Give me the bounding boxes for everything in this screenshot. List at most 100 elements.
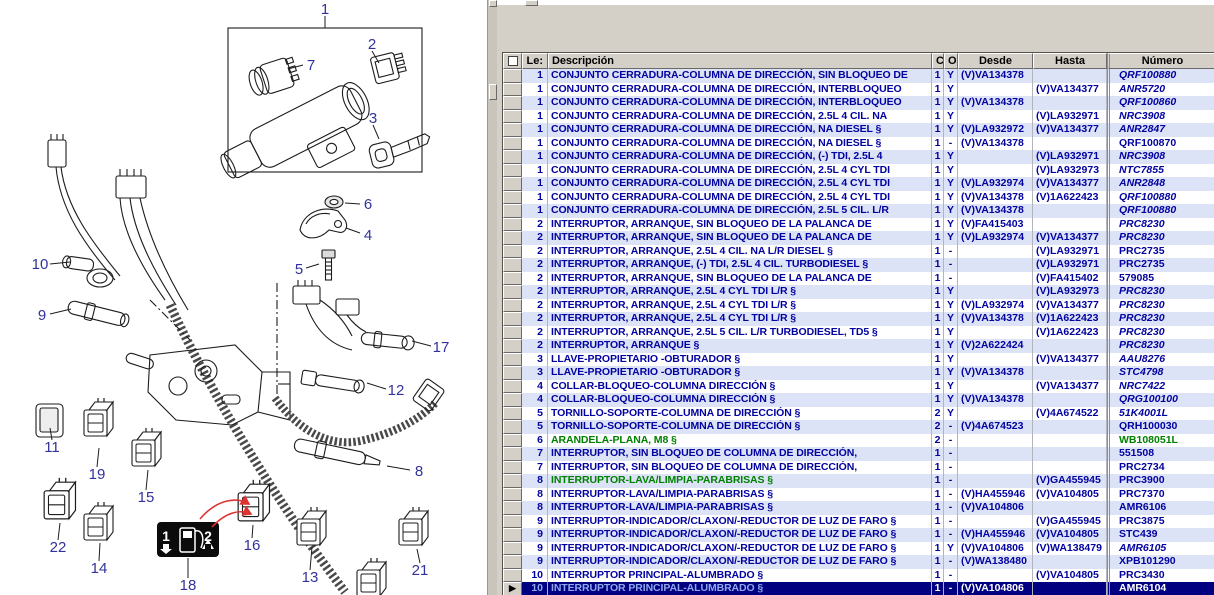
cell-cantidad[interactable]: 1 — [932, 258, 944, 272]
cell-desde[interactable]: (V)4A674523 — [958, 420, 1033, 434]
cell-hasta[interactable] — [1033, 501, 1107, 515]
cell-numero[interactable]: STC4798 — [1107, 366, 1214, 380]
cell-numero[interactable]: STC439 — [1107, 528, 1214, 542]
cell-hasta[interactable]: (V)LA932971 — [1033, 150, 1107, 164]
cell-os[interactable]: Y — [944, 231, 958, 245]
cell-descripcion[interactable]: CONJUNTO CERRADURA-COLUMNA DE DIRECCIÓN,… — [548, 191, 932, 205]
cell-cantidad[interactable]: 1 — [932, 501, 944, 515]
cell-le[interactable]: 6 — [522, 434, 548, 448]
cell-cantidad[interactable]: 1 — [932, 488, 944, 502]
cell-os[interactable]: Y — [944, 393, 958, 407]
table-row[interactable]: 1CONJUNTO CERRADURA-COLUMNA DE DIRECCIÓN… — [503, 110, 1214, 124]
diagram-callout-number[interactable]: 14 — [91, 560, 108, 577]
cell-hasta[interactable]: (V)VA104805 — [1033, 569, 1107, 583]
column-header-cantidad[interactable]: C — [932, 53, 944, 69]
cell-le[interactable]: 2 — [522, 299, 548, 313]
row-header[interactable] — [503, 137, 522, 151]
table-row[interactable]: 2INTERRUPTOR, ARRANQUE, SIN BLOQUEO DE L… — [503, 231, 1214, 245]
row-header[interactable] — [503, 218, 522, 232]
cell-cantidad[interactable]: 1 — [932, 299, 944, 313]
cell-cantidad[interactable]: 1 — [932, 447, 944, 461]
cell-hasta[interactable]: (V)LA932971 — [1033, 258, 1107, 272]
row-header[interactable] — [503, 420, 522, 434]
cell-descripcion[interactable]: CONJUNTO CERRADURA-COLUMNA DE DIRECCIÓN,… — [548, 123, 932, 137]
cell-le[interactable]: 2 — [522, 285, 548, 299]
cell-le[interactable]: 1 — [522, 204, 548, 218]
table-row[interactable]: 1CONJUNTO CERRADURA-COLUMNA DE DIRECCIÓN… — [503, 123, 1214, 137]
cell-descripcion[interactable]: INTERRUPTOR-INDICADOR/CLAXON/-REDUCTOR D… — [548, 528, 932, 542]
cell-le[interactable]: 2 — [522, 258, 548, 272]
table-row[interactable]: 2INTERRUPTOR, ARRANQUE, 2.5L 4 CYL TDI L… — [503, 312, 1214, 326]
cell-le[interactable]: 3 — [522, 353, 548, 367]
row-header[interactable] — [503, 447, 522, 461]
cell-descripcion[interactable]: CONJUNTO CERRADURA-COLUMNA DE DIRECCIÓN,… — [548, 96, 932, 110]
cell-cantidad[interactable]: 2 — [932, 407, 944, 421]
cell-desde[interactable]: (V)VA134378 — [958, 366, 1033, 380]
cell-descripcion[interactable]: LLAVE-PROPIETARIO -OBTURADOR § — [548, 353, 932, 367]
cell-hasta[interactable]: (V)1A622423 — [1033, 312, 1107, 326]
cell-cantidad[interactable]: 1 — [932, 245, 944, 259]
table-row[interactable]: 4COLLAR-BLOQUEO-COLUMNA DIRECCIÓN §1Y(V)… — [503, 393, 1214, 407]
cell-cantidad[interactable]: 1 — [932, 177, 944, 191]
table-row[interactable]: 6ARANDELA-PLANA, M8 §2-WB108051L — [503, 434, 1214, 448]
cell-os[interactable]: - — [944, 528, 958, 542]
row-header[interactable] — [503, 542, 522, 556]
cell-cantidad[interactable]: 1 — [932, 218, 944, 232]
cell-numero[interactable]: AAU8276 — [1107, 353, 1214, 367]
cell-os[interactable]: Y — [944, 69, 958, 83]
cell-numero[interactable]: PRC3900 — [1107, 474, 1214, 488]
diagram-callout-number[interactable]: 19 — [89, 466, 106, 483]
cell-numero[interactable]: PRC8230 — [1107, 231, 1214, 245]
cell-descripcion[interactable]: INTERRUPTOR, ARRANQUE, SIN BLOQUEO DE LA… — [548, 218, 932, 232]
table-row[interactable]: 8INTERRUPTOR-LAVA/LIMPIA-PARABRISAS §1-(… — [503, 488, 1214, 502]
cell-hasta[interactable]: (V)LA932971 — [1033, 245, 1107, 259]
cell-os[interactable]: Y — [944, 380, 958, 394]
cell-os[interactable]: - — [944, 569, 958, 583]
cell-hasta[interactable] — [1033, 582, 1107, 595]
cell-hasta[interactable] — [1033, 461, 1107, 475]
cell-descripcion[interactable]: INTERRUPTOR, SIN BLOQUEO DE COLUMNA DE D… — [548, 447, 932, 461]
cell-desde[interactable] — [958, 83, 1033, 97]
column-header-descripcion[interactable]: Descripción — [548, 53, 932, 69]
cell-desde[interactable] — [958, 326, 1033, 340]
cell-hasta[interactable]: (V)1A622423 — [1033, 326, 1107, 340]
cell-hasta[interactable]: (V)LA932973 — [1033, 164, 1107, 178]
row-header[interactable] — [503, 245, 522, 259]
cell-cantidad[interactable]: 1 — [932, 542, 944, 556]
cell-os[interactable]: - — [944, 245, 958, 259]
cell-os[interactable]: - — [944, 501, 958, 515]
cell-desde[interactable] — [958, 407, 1033, 421]
diagram-callout-number[interactable]: 22 — [50, 539, 67, 556]
cell-numero[interactable]: NRC7422 — [1107, 380, 1214, 394]
cell-hasta[interactable]: (V)1A622423 — [1033, 191, 1107, 205]
cell-cantidad[interactable]: 1 — [932, 137, 944, 151]
cell-descripcion[interactable]: INTERRUPTOR, ARRANQUE, 2.5L 4 CYL TDI L/… — [548, 312, 932, 326]
cell-hasta[interactable] — [1033, 555, 1107, 569]
cell-hasta[interactable]: (V)GA455945 — [1033, 515, 1107, 529]
cell-le[interactable]: 4 — [522, 393, 548, 407]
cell-os[interactable]: Y — [944, 218, 958, 232]
cell-hasta[interactable]: (V)LA932973 — [1033, 285, 1107, 299]
cell-le[interactable]: 1 — [522, 191, 548, 205]
diagram-callout-number[interactable]: 3 — [369, 110, 377, 127]
cell-cantidad[interactable]: 1 — [932, 110, 944, 124]
cell-le[interactable]: 1 — [522, 164, 548, 178]
cell-hasta[interactable]: (V)VA134377 — [1033, 299, 1107, 313]
cell-numero[interactable]: QRF100880 — [1107, 69, 1214, 83]
cell-hasta[interactable]: (V)VA134377 — [1033, 353, 1107, 367]
table-row[interactable]: 10INTERRUPTOR PRINCIPAL-ALUMBRADO §1-(V)… — [503, 569, 1214, 583]
cell-descripcion[interactable]: CONJUNTO CERRADURA-COLUMNA DE DIRECCIÓN,… — [548, 137, 932, 151]
scrollbar-up-button[interactable] — [489, 0, 497, 7]
cell-le[interactable]: 3 — [522, 366, 548, 380]
cell-cantidad[interactable]: 1 — [932, 285, 944, 299]
cell-le[interactable]: 4 — [522, 380, 548, 394]
diagram-callout-number[interactable]: 12 — [388, 382, 405, 399]
cell-le[interactable]: 1 — [522, 177, 548, 191]
cell-le[interactable]: 7 — [522, 447, 548, 461]
cell-le[interactable]: 9 — [522, 555, 548, 569]
table-row[interactable]: 2INTERRUPTOR, ARRANQUE, 2.5L 4 CIL. NA L… — [503, 245, 1214, 259]
diagram-callout-number[interactable]: 13 — [302, 569, 319, 586]
table-row[interactable]: 1CONJUNTO CERRADURA-COLUMNA DE DIRECCIÓN… — [503, 164, 1214, 178]
cell-numero[interactable]: PRC8230 — [1107, 339, 1214, 353]
cell-descripcion[interactable]: INTERRUPTOR, ARRANQUE § — [548, 339, 932, 353]
